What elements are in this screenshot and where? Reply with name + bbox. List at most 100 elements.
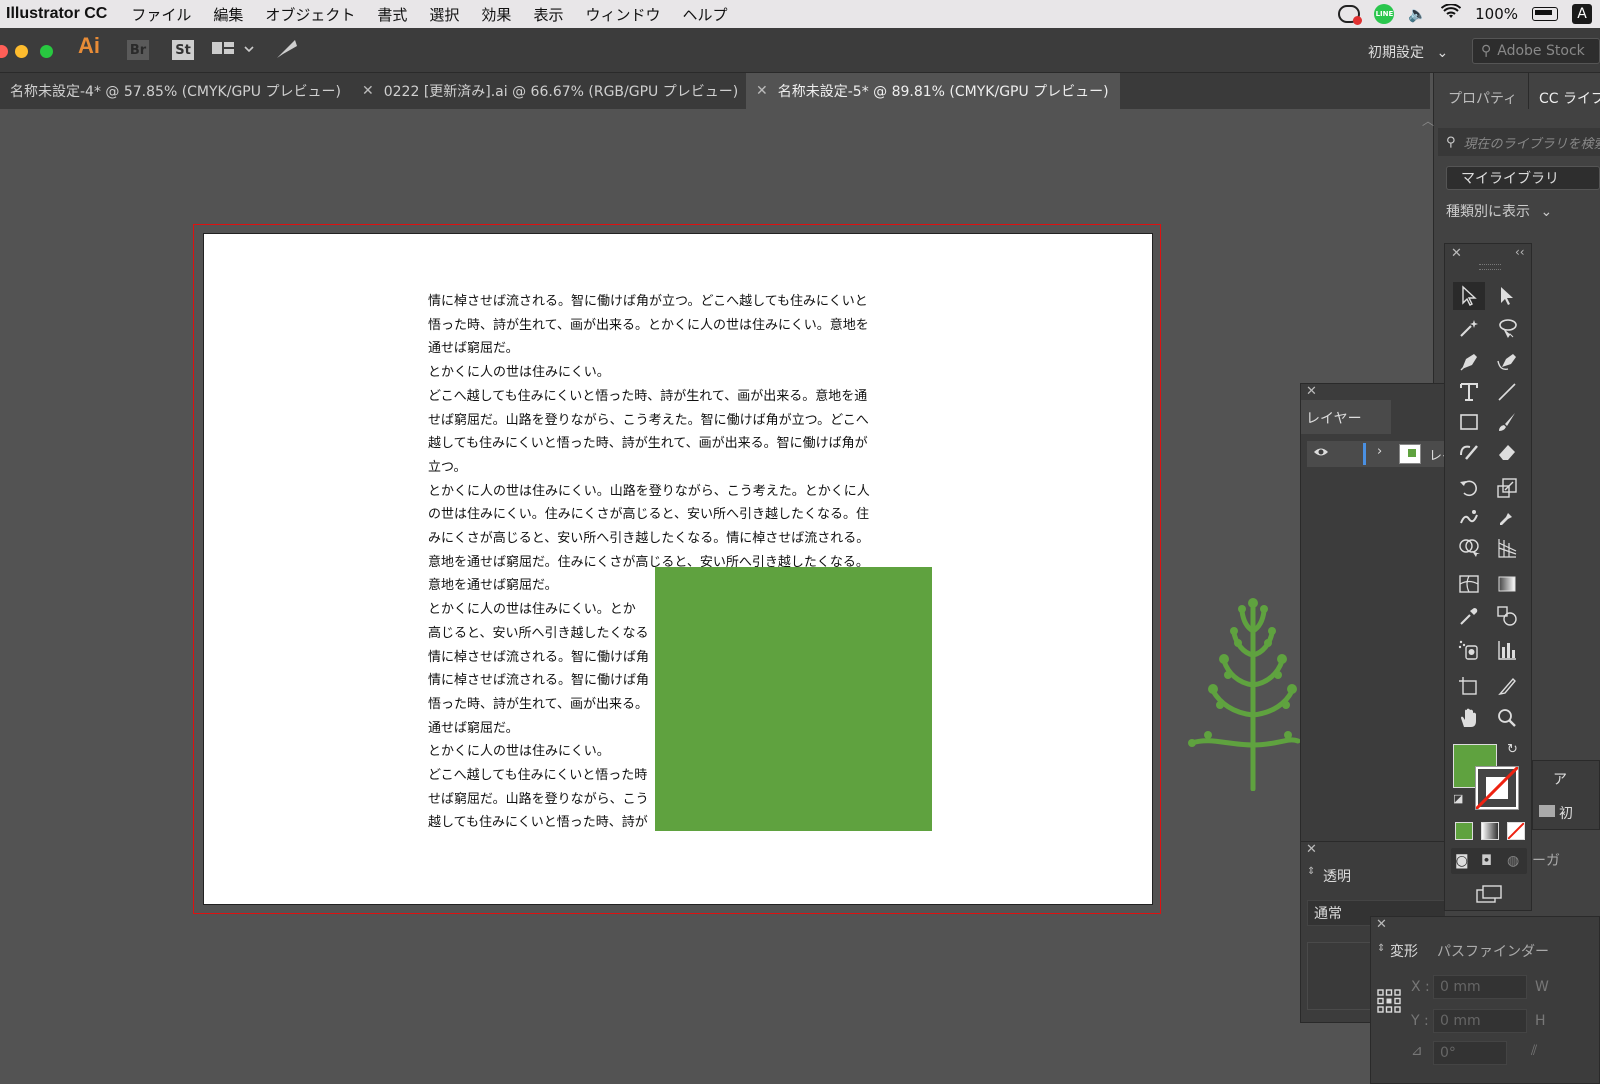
mesh-tool[interactable]: [1453, 570, 1485, 598]
rotation-input[interactable]: 0°: [1433, 1041, 1507, 1065]
volume-icon[interactable]: 🔈: [1408, 5, 1427, 23]
menu-view[interactable]: 表示: [533, 4, 563, 25]
hand-tool[interactable]: [1453, 704, 1485, 732]
collapse-panel-icon[interactable]: ‹‹: [1515, 245, 1525, 259]
puppet-warp-tool[interactable]: [1491, 504, 1523, 532]
bridge-button[interactable]: Br: [127, 40, 149, 60]
shape-builder-tool[interactable]: [1453, 534, 1485, 562]
draw-normal-icon[interactable]: ◙: [1455, 853, 1469, 869]
chevron-down-icon: ⌄: [1540, 204, 1553, 220]
draw-behind-icon[interactable]: ◘: [1481, 853, 1492, 869]
tree-illustration[interactable]: [1188, 595, 1304, 795]
close-icon[interactable]: ✕: [1306, 842, 1317, 857]
layers-panel-title[interactable]: レイヤー: [1306, 408, 1362, 428]
blend-icon: [1497, 606, 1517, 626]
stock-button[interactable]: St: [172, 40, 194, 60]
line-segment-tool[interactable]: [1491, 378, 1523, 406]
menu-object[interactable]: オブジェクト: [265, 4, 355, 25]
menu-type[interactable]: 書式: [377, 4, 407, 25]
menu-edit[interactable]: 編集: [213, 4, 243, 25]
tab-transform[interactable]: 変形: [1390, 941, 1418, 961]
tab-document-5[interactable]: ✕ 名称未設定-5* @ 89.81% (CMYK/GPU プレビュー): [746, 73, 1120, 109]
battery-percent: 100%: [1475, 5, 1518, 23]
rotate-tool[interactable]: [1453, 474, 1485, 502]
x-position-input[interactable]: 0 mm: [1433, 975, 1527, 999]
close-icon[interactable]: ✕: [1306, 384, 1317, 399]
eraser-tool[interactable]: [1491, 438, 1523, 466]
tab-pathfinder[interactable]: パスファインダー: [1437, 941, 1549, 961]
eye-icon[interactable]: [1313, 445, 1329, 463]
workspace-switcher[interactable]: 初期設定 ⌄: [1368, 42, 1448, 62]
minimize-window-button[interactable]: [15, 45, 28, 58]
close-icon[interactable]: ✕: [1451, 246, 1462, 261]
library-select[interactable]: マイライブラリ: [1446, 166, 1600, 190]
menu-help[interactable]: ヘルプ: [682, 4, 727, 25]
layer-row[interactable]: › レイヤー 1: [1307, 441, 1447, 467]
wifi-icon[interactable]: [1440, 3, 1462, 24]
zoom-tool[interactable]: [1491, 704, 1523, 732]
rectangle-tool[interactable]: [1453, 408, 1485, 436]
close-icon[interactable]: ✕: [1376, 917, 1387, 932]
menu-effect[interactable]: 効果: [481, 4, 511, 25]
menu-window[interactable]: ウィンドウ: [585, 4, 660, 25]
panel-grip[interactable]: [1479, 264, 1501, 270]
swap-fill-stroke-icon[interactable]: ↻: [1507, 742, 1518, 757]
app-menu[interactable]: Illustrator CC: [6, 5, 107, 23]
default-fill-stroke-icon[interactable]: ◪: [1453, 792, 1463, 805]
battery-icon[interactable]: [1532, 7, 1558, 21]
zoom-window-button[interactable]: [40, 45, 53, 58]
tab-document-0222[interactable]: ✕ 0222 [更新済み].ai @ 66.67% (RGB/GPU プレビュー…: [352, 73, 746, 109]
tab-document-4[interactable]: 名称未設定-4* @ 57.85% (CMYK/GPU プレビュー): [0, 73, 352, 109]
column-graph-tool[interactable]: [1491, 636, 1523, 664]
eyedropper-tool[interactable]: [1453, 602, 1485, 630]
line-app-icon[interactable]: LINE: [1374, 4, 1395, 24]
gradient-tool[interactable]: [1491, 570, 1523, 598]
menu-file[interactable]: ファイル: [131, 4, 191, 25]
shear-icon: ⫽: [1531, 1043, 1538, 1059]
y-position-input[interactable]: 0 mm: [1433, 1009, 1527, 1033]
scroll-up-arrow-icon[interactable]: ︿: [1422, 112, 1434, 129]
screen-mode-button[interactable]: [1475, 884, 1503, 908]
text-line: 情に棹させば流される。智に働けば角が立つ。どこへ越しても住みにくいと: [428, 294, 868, 309]
reference-point-icon[interactable]: [1377, 989, 1401, 1017]
paintbrush-tool[interactable]: [1491, 408, 1523, 436]
shaper-tool[interactable]: [1453, 438, 1485, 466]
artboard-tool[interactable]: [1453, 672, 1485, 700]
perspective-grid-tool[interactable]: [1491, 534, 1523, 562]
green-rectangle[interactable]: [655, 567, 932, 831]
input-source-icon[interactable]: A: [1572, 4, 1592, 24]
chevron-right-icon[interactable]: ›: [1377, 444, 1382, 459]
menu-select[interactable]: 選択: [429, 4, 459, 25]
gradient-mode-button[interactable]: [1481, 822, 1499, 840]
tab-properties[interactable]: プロパティ: [1448, 88, 1517, 108]
lasso-tool[interactable]: [1491, 314, 1523, 342]
panel-expand-icon[interactable]: ⇕: [1377, 943, 1385, 954]
curvature-tool[interactable]: [1491, 348, 1523, 376]
tab-cc-libraries[interactable]: CC ライブラリ: [1528, 73, 1600, 109]
slice-tool[interactable]: [1491, 672, 1523, 700]
color-mode-button[interactable]: [1455, 822, 1473, 840]
close-tab-icon[interactable]: ✕: [756, 83, 768, 99]
panel-expand-icon[interactable]: ⇕: [1307, 866, 1315, 877]
warp-tool[interactable]: [1453, 504, 1485, 532]
symbol-sprayer-tool[interactable]: [1453, 636, 1485, 664]
magic-wand-tool[interactable]: [1453, 314, 1485, 342]
stroke-swatch[interactable]: [1475, 766, 1519, 810]
library-search-input[interactable]: ⚲ 現在のライブラリを検索: [1438, 128, 1600, 156]
selection-tool[interactable]: [1453, 282, 1485, 310]
blend-tool[interactable]: [1491, 602, 1523, 630]
transparency-panel-title[interactable]: 透明: [1323, 866, 1351, 886]
close-tab-icon[interactable]: ✕: [362, 83, 374, 99]
mesh-icon: [1459, 575, 1479, 593]
stock-search-input[interactable]: ⚲ Adobe Stock: [1472, 38, 1600, 64]
none-mode-button[interactable]: [1507, 822, 1525, 840]
scale-tool[interactable]: [1491, 474, 1523, 502]
pen-tool[interactable]: [1453, 348, 1485, 376]
view-by-type-dropdown[interactable]: 種類別に表示 ⌄: [1446, 201, 1552, 221]
draw-inside-icon[interactable]: ◍: [1507, 853, 1519, 869]
creative-cloud-icon[interactable]: [1338, 5, 1363, 25]
send-feedback-icon[interactable]: [275, 38, 299, 64]
direct-selection-tool[interactable]: [1491, 282, 1523, 310]
type-tool[interactable]: [1453, 378, 1485, 406]
arrange-documents-button[interactable]: [212, 40, 258, 62]
